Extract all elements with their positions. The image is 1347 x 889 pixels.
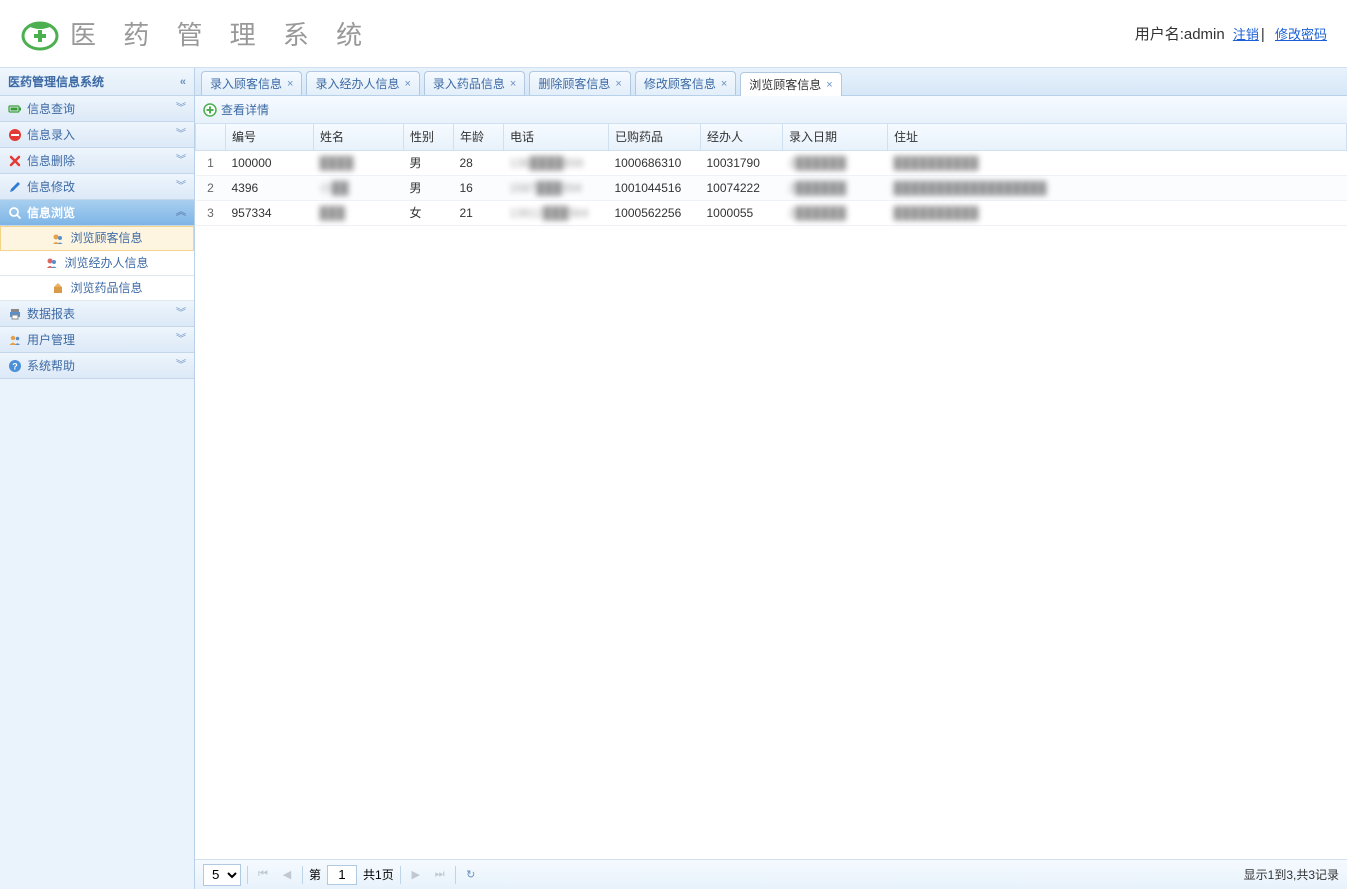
col-header-6[interactable]: 已购药品 [609, 124, 701, 150]
pager-next-button[interactable]: ▶ [407, 866, 425, 884]
menu-item-3[interactable]: 信息修改︾ [0, 174, 194, 200]
col-header-8[interactable]: 录入日期 [783, 124, 888, 150]
tab-close-icon[interactable]: × [510, 78, 516, 90]
pager-summary: 显示1到3,共3记录 [1244, 866, 1339, 883]
logout-link[interactable]: 注销 [1233, 27, 1259, 42]
tab-close-icon[interactable]: × [826, 79, 832, 91]
tab-5[interactable]: 浏览顾客信息× [740, 72, 841, 96]
plus-circle-icon [203, 103, 217, 117]
chevron-icon: ︾ [176, 96, 186, 122]
tab-0[interactable]: 录入顾客信息× [201, 71, 302, 95]
col-header-5[interactable]: 电话 [504, 124, 609, 150]
chevron-icon: ︾ [176, 301, 186, 327]
page-number-input[interactable] [327, 865, 357, 885]
chevron-icon: ︾ [176, 122, 186, 148]
leaf-cross-icon [20, 14, 60, 54]
toolbar: 查看详情 [195, 96, 1347, 124]
tab-3[interactable]: 删除顾客信息× [529, 71, 630, 95]
pager-refresh-button[interactable]: ↻ [462, 866, 480, 884]
pencil-icon [8, 180, 22, 194]
tab-bar: 录入顾客信息×录入经办人信息×录入药品信息×删除顾客信息×修改顾客信息×浏览顾客… [195, 68, 1347, 96]
chevron-icon: ︾ [176, 327, 186, 353]
col-header-7[interactable]: 经办人 [701, 124, 783, 150]
menu-item-1[interactable]: 信息录入︾ [0, 122, 194, 148]
tab-close-icon[interactable]: × [404, 78, 410, 90]
battery-icon [8, 102, 22, 116]
app-title: 医 药 管 理 系 统 [70, 15, 372, 52]
submenu-item-2[interactable]: 浏览药品信息 [0, 276, 194, 301]
pager-first-button[interactable]: ⏮ [254, 866, 272, 884]
tab-close-icon[interactable]: × [721, 78, 727, 90]
chevron-icon: ︾ [176, 174, 186, 200]
change-password-link[interactable]: 修改密码 [1275, 27, 1327, 42]
sidebar: 医药管理信息系统 « 信息查询︾信息录入︾信息删除︾信息修改︾信息浏览︽浏览顾客… [0, 68, 195, 889]
sidebar-collapse-icon[interactable]: « [180, 68, 186, 96]
menu-item-6[interactable]: 用户管理︾ [0, 327, 194, 353]
menu-item-7[interactable]: ?系统帮助︾ [0, 353, 194, 379]
svg-text:?: ? [12, 361, 18, 371]
users-icon [8, 333, 22, 347]
pager: 5 ⏮ ◀ 第 共1页 ▶ ⏭ ↻ 显示1到3,共3记录 [195, 859, 1347, 889]
user-label: 用户名: [1135, 26, 1184, 43]
search-icon [8, 206, 22, 220]
app-header: 医 药 管 理 系 统 用户名:admin 注销| 修改密码 [0, 0, 1347, 68]
submenu-item-1[interactable]: 浏览经办人信息 [0, 251, 194, 276]
menu-item-5[interactable]: 数据报表︾ [0, 301, 194, 327]
tab-close-icon[interactable]: × [287, 78, 293, 90]
col-header-2[interactable]: 姓名 [314, 124, 404, 150]
menu-item-2[interactable]: 信息删除︾ [0, 148, 194, 174]
app-logo: 医 药 管 理 系 统 [20, 14, 372, 54]
tab-1[interactable]: 录入经办人信息× [306, 71, 419, 95]
menu-item-4[interactable]: 信息浏览︽ [0, 200, 194, 226]
tab-2[interactable]: 录入药品信息× [424, 71, 525, 95]
tab-4[interactable]: 修改顾客信息× [635, 71, 736, 95]
col-header-0[interactable] [196, 124, 226, 150]
table-row[interactable]: 3957334███女2113612███5641000562256100005… [196, 200, 1347, 225]
user-area: 用户名:admin 注销| 修改密码 [1135, 23, 1327, 44]
table-row[interactable]: 1100000████男28136████6561000686310100317… [196, 150, 1347, 175]
submenu-item-0[interactable]: 浏览顾客信息 [0, 226, 194, 251]
col-header-3[interactable]: 性别 [404, 124, 454, 150]
main-panel: 录入顾客信息×录入经办人信息×录入药品信息×删除顾客信息×修改顾客信息×浏览顾客… [195, 68, 1347, 889]
no-entry-icon [8, 128, 22, 142]
col-header-9[interactable]: 住址 [888, 124, 1347, 150]
pager-last-button[interactable]: ⏭ [431, 866, 449, 884]
chevron-icon: ︽ [176, 200, 186, 226]
page-size-select[interactable]: 5 [203, 864, 241, 886]
chevron-icon: ︾ [176, 148, 186, 174]
tab-close-icon[interactable]: × [615, 78, 621, 90]
pager-prev-button[interactable]: ◀ [278, 866, 296, 884]
help-icon: ? [8, 359, 22, 373]
view-detail-button[interactable]: 查看详情 [203, 101, 269, 118]
sidebar-title: 医药管理信息系统 « [0, 68, 194, 96]
chevron-icon: ︾ [176, 353, 186, 379]
printer-icon [8, 307, 22, 321]
col-header-4[interactable]: 年龄 [454, 124, 504, 150]
username: admin [1184, 26, 1225, 43]
data-grid: 编号姓名性别年龄电话已购药品经办人录入日期住址 1100000████男2813… [195, 124, 1347, 859]
menu-item-0[interactable]: 信息查询︾ [0, 96, 194, 122]
table-row[interactable]: 24396小██男161587███0041001044516100742222… [196, 175, 1347, 200]
delete-icon [8, 154, 22, 168]
col-header-1[interactable]: 编号 [226, 124, 314, 150]
